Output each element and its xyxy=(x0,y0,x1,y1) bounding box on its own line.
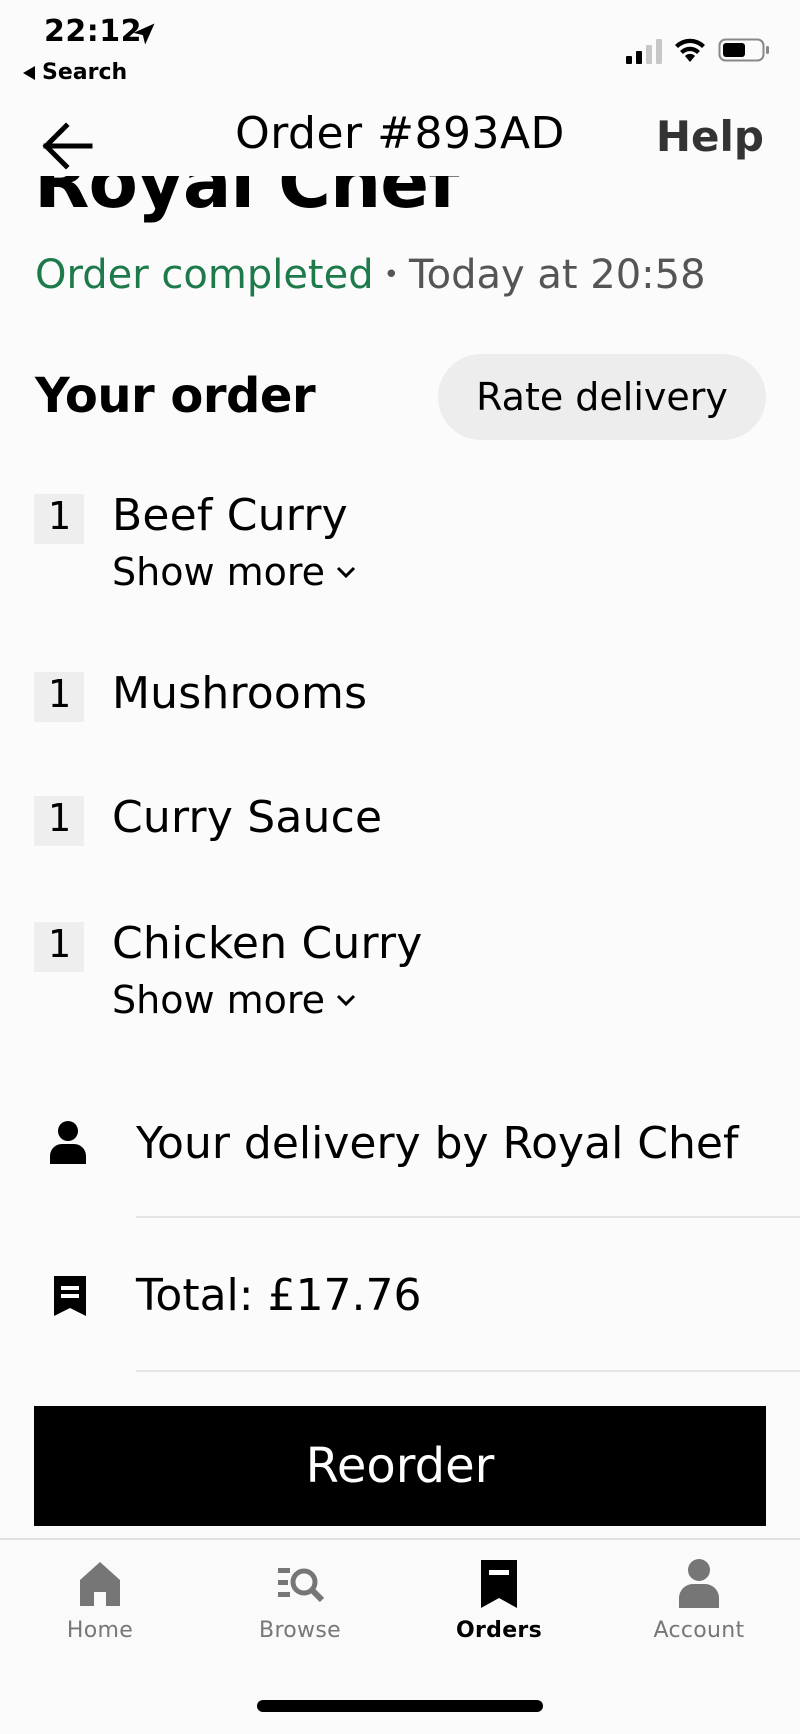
battery-icon xyxy=(718,38,769,62)
rate-delivery-button[interactable]: Rate delivery xyxy=(438,354,766,440)
item-quantity: 1 xyxy=(34,796,84,846)
item-quantity: 1 xyxy=(34,672,84,722)
back-app-label: Search xyxy=(42,60,128,85)
order-time-text: Today at 20:58 xyxy=(408,252,706,298)
order-total-text: Total: £17.76 xyxy=(136,1270,422,1321)
divider xyxy=(136,1216,800,1218)
home-indicator[interactable] xyxy=(257,1700,543,1712)
your-order-heading: Your order xyxy=(35,368,316,424)
tab-home[interactable]: Home xyxy=(10,1558,190,1643)
orders-icon xyxy=(481,1560,517,1608)
browse-icon xyxy=(278,1568,324,1603)
back-to-search-link[interactable]: Search xyxy=(22,60,127,85)
tab-label: Browse xyxy=(259,1618,341,1643)
tab-label: Home xyxy=(66,1618,134,1643)
delivery-by-text: Your delivery by Royal Chef xyxy=(136,1118,739,1169)
tab-account[interactable]: Account xyxy=(609,1558,789,1643)
chevron-down-icon xyxy=(336,566,356,579)
help-link[interactable]: Help xyxy=(656,112,764,161)
restaurant-heading-clip: Royal Chef xyxy=(0,176,800,234)
item-quantity: 1 xyxy=(34,494,84,544)
order-status-text: Order completed xyxy=(35,252,374,298)
reorder-button[interactable]: Reorder xyxy=(34,1406,766,1526)
home-icon xyxy=(80,1562,120,1606)
item-name: Beef Curry xyxy=(112,490,348,541)
show-more-toggle[interactable]: Show more xyxy=(112,550,357,594)
show-more-label: Show more xyxy=(112,550,326,594)
divider xyxy=(136,1370,800,1372)
item-name: Mushrooms xyxy=(112,668,368,719)
item-name: Curry Sauce xyxy=(112,792,383,843)
item-name: Chicken Curry xyxy=(112,918,423,969)
show-more-toggle[interactable]: Show more xyxy=(112,978,357,1022)
account-icon xyxy=(679,1559,719,1608)
location-arrow-icon xyxy=(133,23,155,45)
tab-label: Account xyxy=(653,1618,745,1643)
cellular-signal-icon xyxy=(626,39,662,64)
restaurant-name: Royal Chef xyxy=(34,176,459,224)
tab-orders[interactable]: Orders xyxy=(409,1558,589,1643)
wifi-icon xyxy=(675,38,705,62)
tab-browse[interactable]: Browse xyxy=(210,1558,390,1643)
show-more-label: Show more xyxy=(112,978,326,1022)
person-icon xyxy=(50,1121,86,1164)
status-time: 22:12 xyxy=(44,14,142,49)
order-status-line: Order completed • Today at 20:58 xyxy=(35,252,706,298)
status-separator: • xyxy=(383,260,399,290)
tab-label: Orders xyxy=(456,1618,542,1643)
item-quantity: 1 xyxy=(34,922,84,972)
back-triangle-icon xyxy=(23,65,35,80)
chevron-down-icon xyxy=(336,994,356,1007)
receipt-icon xyxy=(54,1276,86,1316)
